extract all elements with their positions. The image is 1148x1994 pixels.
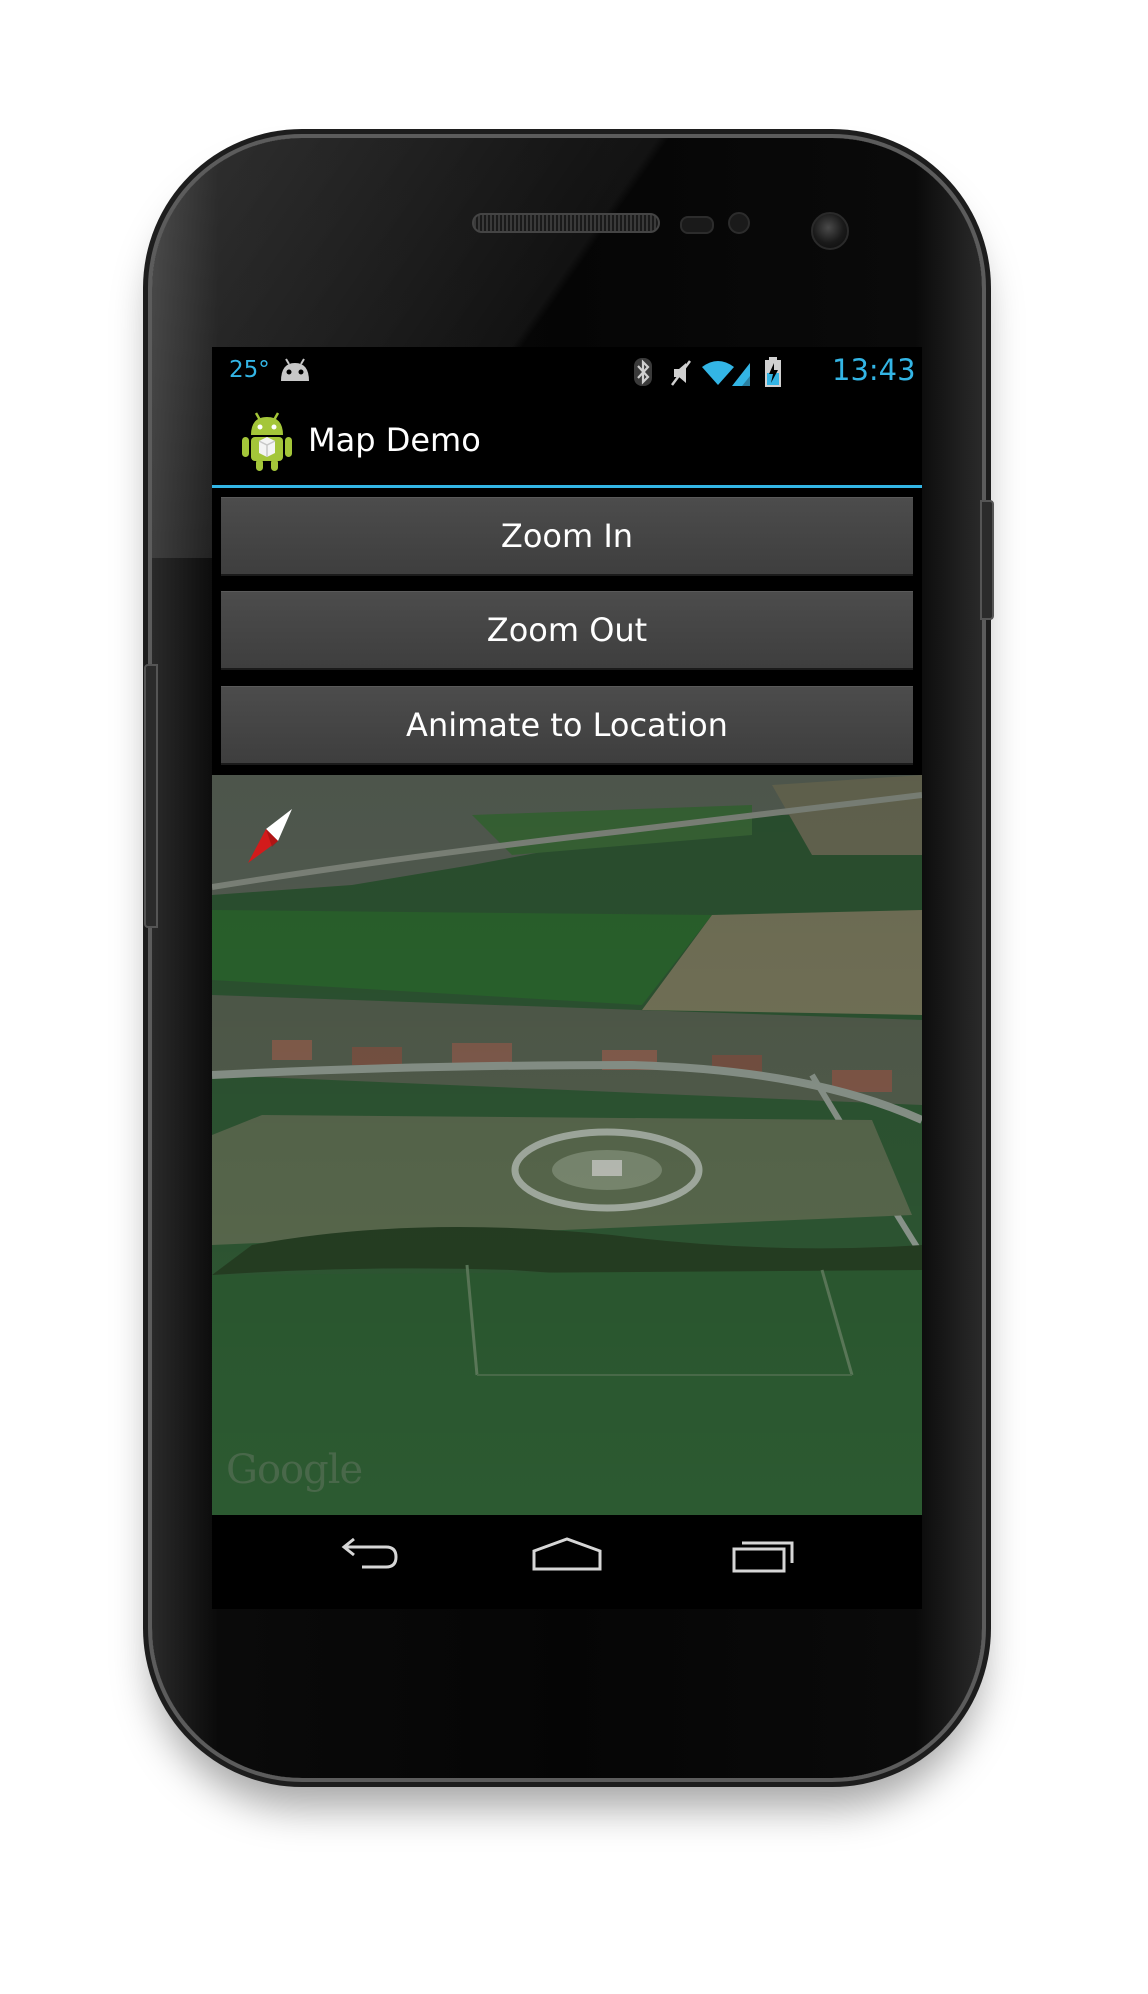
google-attribution: Google [226,1447,363,1493]
action-bar: Map Demo [212,397,922,488]
map-view[interactable]: Google [212,775,922,1515]
zoom-in-button[interactable]: Zoom In [221,497,913,576]
signal-icon [732,363,750,386]
page-title: Map Demo [308,421,481,459]
proximity-sensor [680,216,714,234]
zoom-out-button[interactable]: Zoom Out [221,591,913,670]
earpiece-speaker [472,213,660,233]
power-button [980,500,994,620]
screen: 25° 13:43 Map Demo Zoom In Zoom Out Anim… [212,347,922,1609]
animate-to-location-button[interactable]: Animate to Location [221,686,913,765]
light-sensor [728,212,750,234]
android-notification-icon [278,357,312,387]
status-bar: 25° 13:43 [212,347,922,397]
bluetooth-icon [634,358,652,386]
android-robot-icon[interactable] [238,411,296,477]
back-icon[interactable] [332,1535,402,1579]
home-icon[interactable] [530,1535,604,1579]
mute-icon [671,360,691,386]
wifi-icon [702,361,734,385]
front-camera [811,212,849,250]
navigation-bar [212,1515,922,1609]
satellite-imagery [212,775,922,1515]
battery-charging-icon [765,357,781,387]
temperature-text: 25° [229,357,270,383]
recent-apps-icon[interactable] [730,1535,802,1579]
volume-button [144,664,158,928]
status-icons [632,355,822,395]
clock-text: 13:43 [832,353,916,387]
